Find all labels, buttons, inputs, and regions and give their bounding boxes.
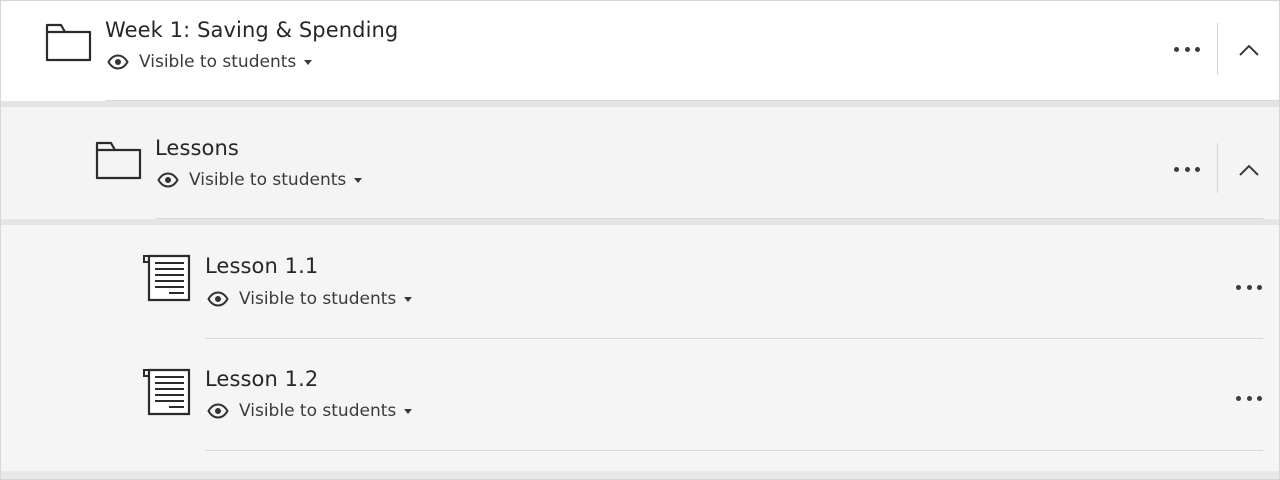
folder-title-lessons[interactable]: Lessons	[155, 136, 239, 160]
folder-row-week1[interactable]: Week 1: Saving & Spending Visible to stu…	[1, 1, 1279, 101]
visibility-dropdown-lesson-1-1[interactable]: Visible to students	[207, 289, 413, 309]
visibility-dropdown-week1[interactable]: Visible to students	[107, 52, 313, 72]
divider	[205, 450, 1263, 451]
folder-icon	[95, 141, 142, 180]
more-options-button-lessons[interactable]	[1174, 159, 1200, 179]
folder-row-lessons[interactable]: Lessons Visible to students	[1, 107, 1279, 219]
folder-title-week1[interactable]: Week 1: Saving & Spending	[105, 18, 398, 42]
visibility-label-lesson-1-2: Visible to students	[239, 401, 397, 421]
document-row-lesson-1-1[interactable]: Lesson 1.1 Visible to students	[1, 225, 1279, 339]
document-title-lesson-1-1[interactable]: Lesson 1.1	[205, 254, 318, 278]
bottom-edge	[1, 471, 1279, 479]
folder-icon	[45, 23, 92, 62]
document-icon	[143, 368, 191, 416]
caret-down-icon	[304, 59, 313, 65]
document-title-lesson-1-2[interactable]: Lesson 1.2	[205, 367, 318, 391]
visibility-label-week1: Visible to students	[139, 52, 297, 72]
caret-down-icon	[404, 408, 413, 414]
visibility-label-lesson-1-1: Visible to students	[239, 289, 397, 309]
divider	[1217, 143, 1218, 193]
visibility-label-lessons: Visible to students	[189, 170, 347, 190]
document-icon	[143, 254, 191, 302]
eye-icon	[207, 291, 229, 307]
more-options-button-lesson-1-1[interactable]	[1236, 277, 1262, 297]
more-options-button-lesson-1-2[interactable]	[1236, 388, 1262, 408]
document-row-lesson-1-2[interactable]: Lesson 1.2 Visible to students	[1, 339, 1279, 451]
chevron-up-icon[interactable]	[1237, 158, 1261, 182]
more-options-button-week1[interactable]	[1174, 39, 1200, 59]
course-content-outline: Week 1: Saving & Spending Visible to stu…	[0, 0, 1280, 480]
visibility-dropdown-lesson-1-2[interactable]: Visible to students	[207, 401, 413, 421]
eye-icon	[157, 172, 179, 188]
caret-down-icon	[354, 177, 363, 183]
eye-icon	[207, 403, 229, 419]
caret-down-icon	[404, 296, 413, 302]
divider	[1217, 23, 1218, 75]
visibility-dropdown-lessons[interactable]: Visible to students	[157, 170, 363, 190]
eye-icon	[107, 54, 129, 70]
chevron-up-icon[interactable]	[1237, 38, 1261, 62]
